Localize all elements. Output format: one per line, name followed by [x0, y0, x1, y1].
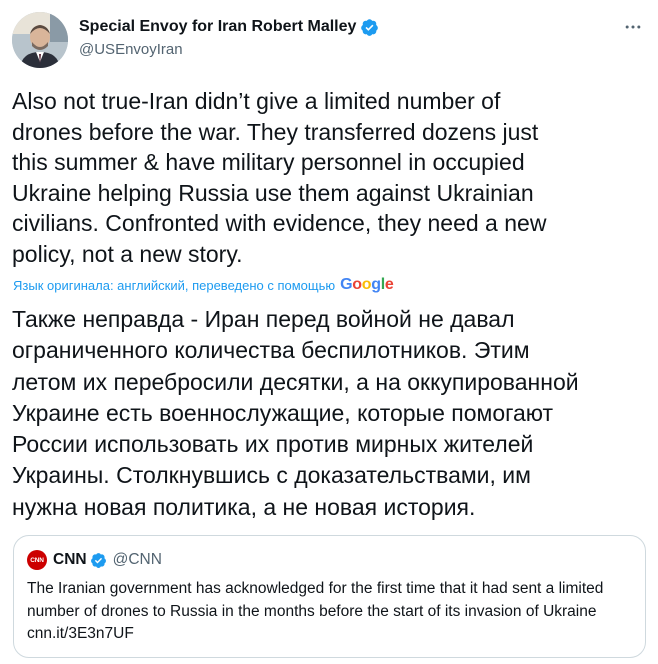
cnn-avatar: CNN: [27, 550, 47, 570]
more-options-icon[interactable]: [620, 16, 646, 38]
translated-text: Также неправда - Иран перед войной не да…: [12, 306, 579, 520]
quoted-author-name: CNN: [53, 551, 87, 568]
quoted-author-handle: @CNN: [112, 551, 162, 568]
tweet-text: Also not true-Iran didn’t give a limited…: [12, 88, 547, 267]
author-info: Special Envoy for Iran Robert Malley @US…: [79, 16, 379, 58]
quoted-tweet-header: CNN CNN @CNN: [27, 550, 162, 570]
translation-note: Язык оригинала: английский, переведено с…: [13, 276, 394, 294]
quoted-verified-badge-icon: [90, 552, 106, 568]
quoted-tweet-body: The Iranian government has acknowledged …: [27, 580, 604, 620]
translation-note-text: Язык оригинала: английский, переведено с…: [13, 277, 336, 293]
tweet-header: Special Envoy for Iran Robert Malley @US…: [12, 12, 646, 68]
google-logo-icon: Google: [340, 276, 394, 293]
quoted-tweet-link[interactable]: cnn.it/3E3n7UF: [27, 625, 134, 642]
verified-badge-icon: [361, 18, 379, 36]
author-handle[interactable]: @USEnvoyIran: [79, 41, 379, 58]
quoted-tweet-text: The Iranian government has acknowledged …: [27, 578, 637, 646]
author-name[interactable]: Special Envoy for Iran Robert Malley: [79, 18, 356, 36]
author-name-row[interactable]: Special Envoy for Iran Robert Malley: [79, 16, 379, 38]
quoted-tweet-card[interactable]: CNN CNN @CNN The Iranian government has …: [13, 535, 646, 658]
author-avatar[interactable]: [12, 12, 68, 68]
